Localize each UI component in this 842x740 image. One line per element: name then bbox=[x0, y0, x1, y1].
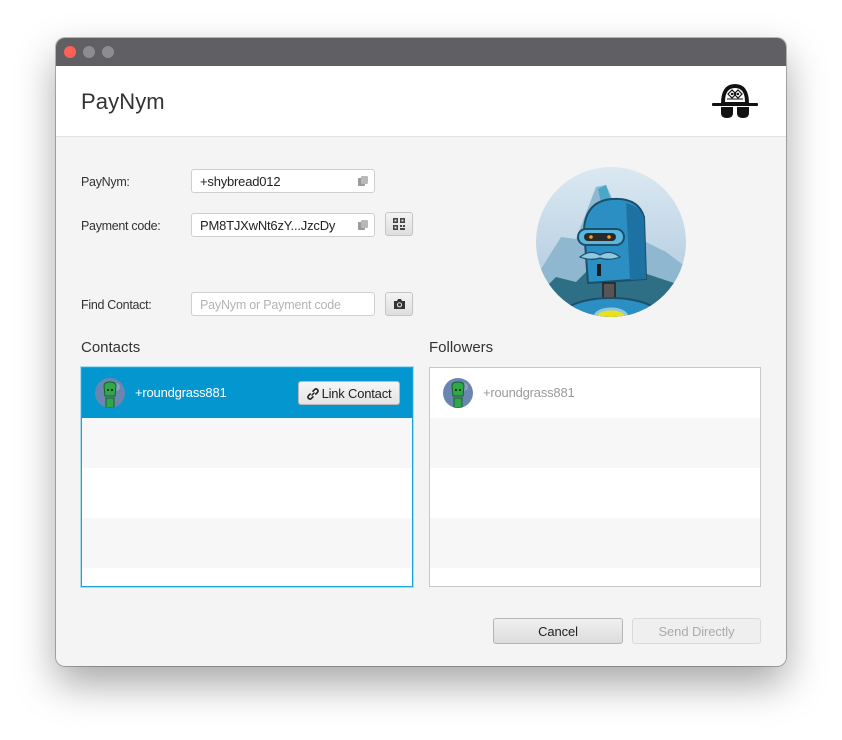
contact-list-item[interactable]: +roundgrass881 Link Contact bbox=[82, 368, 412, 418]
find-contact-input[interactable] bbox=[200, 298, 360, 312]
payment-code-label: Payment code: bbox=[81, 219, 161, 233]
empty-list-row bbox=[430, 518, 760, 568]
contact-avatar bbox=[95, 378, 125, 408]
window-minimize-button[interactable] bbox=[83, 46, 95, 58]
camera-icon bbox=[394, 299, 405, 309]
copy-icon[interactable] bbox=[358, 176, 368, 186]
send-directly-button[interactable]: Send Directly bbox=[632, 618, 761, 644]
find-contact-field[interactable] bbox=[191, 292, 375, 316]
scan-qr-button[interactable] bbox=[385, 292, 413, 316]
dialog-header: PayNym bbox=[56, 66, 786, 137]
show-qr-code-button[interactable] bbox=[385, 212, 413, 236]
empty-list-row bbox=[82, 518, 412, 568]
empty-list-row bbox=[82, 468, 412, 518]
follower-avatar bbox=[443, 378, 473, 408]
link-icon bbox=[306, 388, 319, 400]
cancel-button[interactable]: Cancel bbox=[493, 618, 623, 644]
followers-title: Followers bbox=[429, 339, 494, 356]
window-titlebar[interactable] bbox=[56, 38, 786, 66]
follower-name: +roundgrass881 bbox=[483, 385, 575, 400]
qr-code-icon bbox=[393, 218, 405, 230]
paynym-value: +shybread012 bbox=[200, 174, 281, 189]
payment-code-value: PM8TJXwNt6zY...JzcDy bbox=[200, 218, 336, 233]
contact-name: +roundgrass881 bbox=[135, 385, 227, 400]
paynym-dialog-window: PayNym PayNym: +shybread012 Payment code… bbox=[56, 38, 786, 666]
payment-code-field[interactable]: PM8TJXwNt6zY...JzcDy bbox=[191, 213, 375, 237]
find-contact-label: Find Contact: bbox=[81, 298, 152, 312]
green-robot-avatar-icon bbox=[443, 378, 473, 408]
empty-list-row bbox=[430, 468, 760, 518]
window-maximize-button[interactable] bbox=[102, 46, 114, 58]
contacts-title: Contacts bbox=[81, 339, 141, 356]
link-contact-label: Link Contact bbox=[321, 386, 392, 401]
green-robot-avatar-icon bbox=[95, 378, 125, 408]
link-contact-button[interactable]: Link Contact bbox=[298, 381, 400, 405]
samourai-hat-logo-icon bbox=[712, 84, 758, 118]
paynym-field[interactable]: +shybread012 bbox=[191, 169, 375, 193]
paynym-label: PayNym: bbox=[81, 175, 130, 189]
paynym-avatar bbox=[536, 167, 686, 317]
copy-icon[interactable] bbox=[358, 220, 368, 230]
window-close-button[interactable] bbox=[64, 46, 76, 58]
robot-avatar-icon bbox=[536, 167, 686, 317]
dialog-title: PayNym bbox=[81, 89, 165, 114]
follower-list-item[interactable]: +roundgrass881 bbox=[430, 368, 760, 418]
empty-list-row bbox=[430, 418, 760, 468]
contacts-list[interactable]: +roundgrass881 Link Contact bbox=[81, 367, 413, 587]
followers-list[interactable]: +roundgrass881 bbox=[429, 367, 761, 587]
empty-list-row bbox=[82, 418, 412, 468]
